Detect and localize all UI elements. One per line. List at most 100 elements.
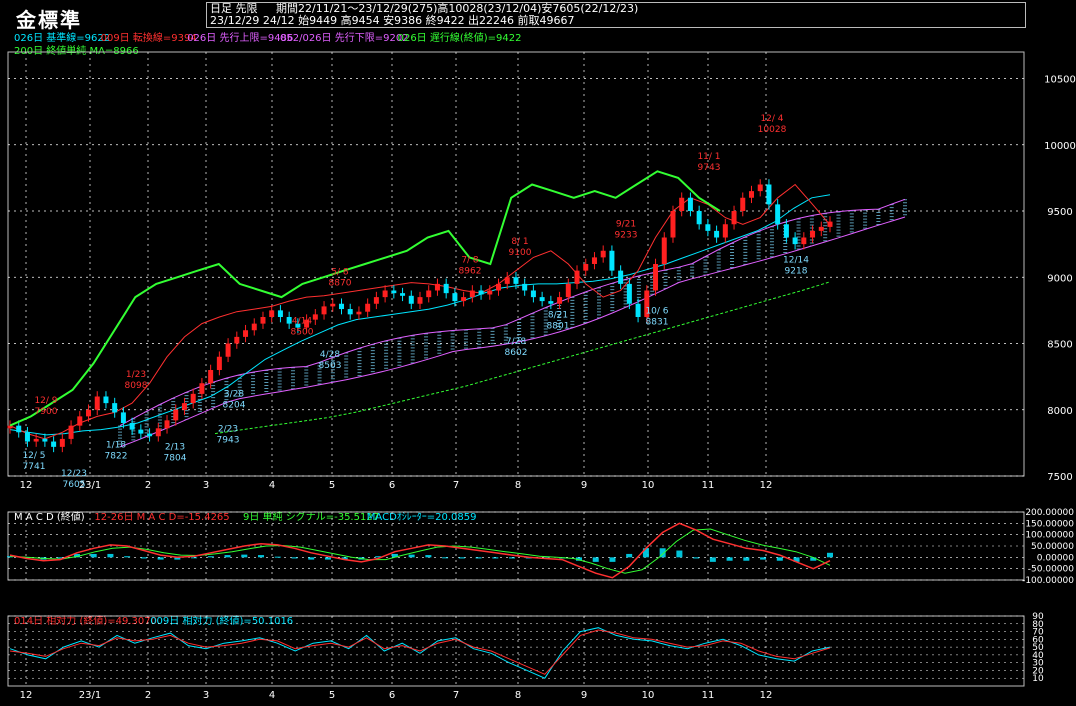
- candle-body: [810, 230, 816, 238]
- y-tick-label: 50.00000: [1031, 542, 1074, 552]
- candle-body: [452, 293, 458, 302]
- candle-body: [609, 250, 615, 271]
- x-tick-label: 6: [389, 480, 395, 491]
- panel-frame: [7, 51, 1025, 477]
- candle-body: [286, 317, 292, 324]
- candle-body: [260, 317, 266, 324]
- candle-body: [530, 290, 536, 298]
- candle-body: [391, 290, 397, 294]
- annotation-date: 12/ 5: [22, 451, 45, 461]
- candle-body: [68, 425, 74, 439]
- macd-histogram-bar: [760, 557, 767, 560]
- candle-body: [801, 237, 807, 245]
- x-tick-label: 4: [269, 480, 275, 491]
- annotation-value: 7741: [23, 462, 46, 472]
- annotation-date: 2/23: [218, 424, 238, 434]
- annotation-value: 8870: [329, 278, 352, 288]
- annotation-date: 5/ 8: [331, 267, 349, 277]
- annotation-date: 12/23: [61, 469, 87, 479]
- macd-histogram-bar: [676, 550, 683, 558]
- candle-body: [748, 191, 754, 198]
- candle-body: [496, 283, 502, 291]
- candle-body: [312, 314, 318, 320]
- annotation-value: 8098: [125, 381, 148, 391]
- candle-body: [487, 290, 493, 295]
- x-tick-label: 8: [515, 480, 521, 491]
- annotation-date: 8/ 1: [511, 237, 528, 247]
- candle-body: [775, 204, 781, 225]
- macd-histogram-bar: [274, 556, 281, 558]
- candle-body: [696, 211, 702, 225]
- macd-histogram-bar: [191, 557, 198, 559]
- candle-body: [653, 264, 659, 291]
- candle-body: [190, 393, 196, 404]
- x-tick-label: 11: [702, 480, 715, 491]
- y-tick-label: 10500: [1044, 75, 1076, 86]
- annotation-date: 8/21: [548, 311, 568, 321]
- candle-body: [635, 303, 641, 317]
- candle-body: [138, 429, 144, 434]
- annotation-value: 8962: [459, 266, 482, 276]
- candle-body: [42, 438, 48, 442]
- candle-body: [86, 409, 92, 417]
- candle-body: [557, 297, 563, 304]
- y-tick-label: 150.00000: [1025, 519, 1074, 529]
- annotation-value: 8500: [291, 328, 314, 338]
- x-tick-label: 5: [329, 480, 335, 491]
- candle-body: [714, 230, 720, 238]
- candle-body: [522, 283, 528, 291]
- candle-body: [147, 433, 153, 437]
- annotation-value: 8831: [646, 318, 669, 328]
- candle-body: [225, 343, 231, 357]
- macd-histogram-bar: [709, 557, 716, 562]
- x-tick-label: 12: [20, 480, 33, 491]
- annotation-value: 8602: [505, 348, 528, 358]
- annotation-date: 12/ 9: [34, 396, 57, 406]
- rsi9-line: [9, 627, 831, 679]
- macd-histogram-bar: [509, 557, 516, 559]
- y-tick-label: -100.00000: [1022, 576, 1074, 586]
- macd-histogram-bar: [592, 557, 599, 562]
- candle-body: [129, 423, 135, 430]
- annotation-date: 4/28: [320, 350, 340, 360]
- x-tick-label: 6: [389, 690, 395, 701]
- candle-body: [757, 184, 763, 192]
- annotation-value: 7605: [63, 480, 86, 490]
- candle-body: [155, 428, 161, 437]
- macd-histogram-bar: [157, 557, 164, 560]
- y-tick-label: 8500: [1047, 340, 1072, 351]
- annotation-date: 1/18: [106, 440, 126, 450]
- candle-body: [591, 257, 597, 264]
- candle-body: [243, 330, 249, 337]
- x-tick-label: 2: [145, 690, 151, 701]
- candle-body: [277, 310, 283, 317]
- candle-body: [679, 197, 685, 211]
- y-tick-label: 9000: [1047, 273, 1072, 284]
- macd-histogram-bar: [425, 555, 432, 558]
- candle-body: [330, 303, 336, 307]
- candle-body: [504, 277, 510, 284]
- candle-body: [565, 283, 571, 298]
- y-tick-label: 100.00000: [1025, 531, 1074, 541]
- macd-histogram-bar: [107, 553, 114, 558]
- candle-body: [400, 293, 406, 296]
- candle-body: [173, 409, 179, 421]
- panel-frame: [7, 511, 1025, 581]
- macd-histogram-bar: [258, 555, 265, 558]
- x-tick-label: 9: [581, 690, 587, 701]
- annotation-value: 9743: [698, 163, 721, 173]
- annotation-date: 9/21: [616, 219, 636, 229]
- x-tick-label: 12: [20, 690, 33, 701]
- candle-body: [469, 290, 475, 298]
- candle-body: [687, 197, 693, 211]
- y-tick-label: -50.00000: [1028, 565, 1074, 575]
- candle-body: [338, 303, 344, 310]
- annotation-value: 8801: [547, 322, 570, 332]
- candle-body: [59, 438, 65, 447]
- annotation-date: 4/14: [292, 317, 312, 327]
- candle-body: [443, 283, 449, 294]
- x-tick-label: 7: [453, 480, 459, 491]
- candle-body: [574, 270, 580, 284]
- macd-histogram-bar: [609, 557, 616, 562]
- macd-histogram-bar: [124, 556, 131, 558]
